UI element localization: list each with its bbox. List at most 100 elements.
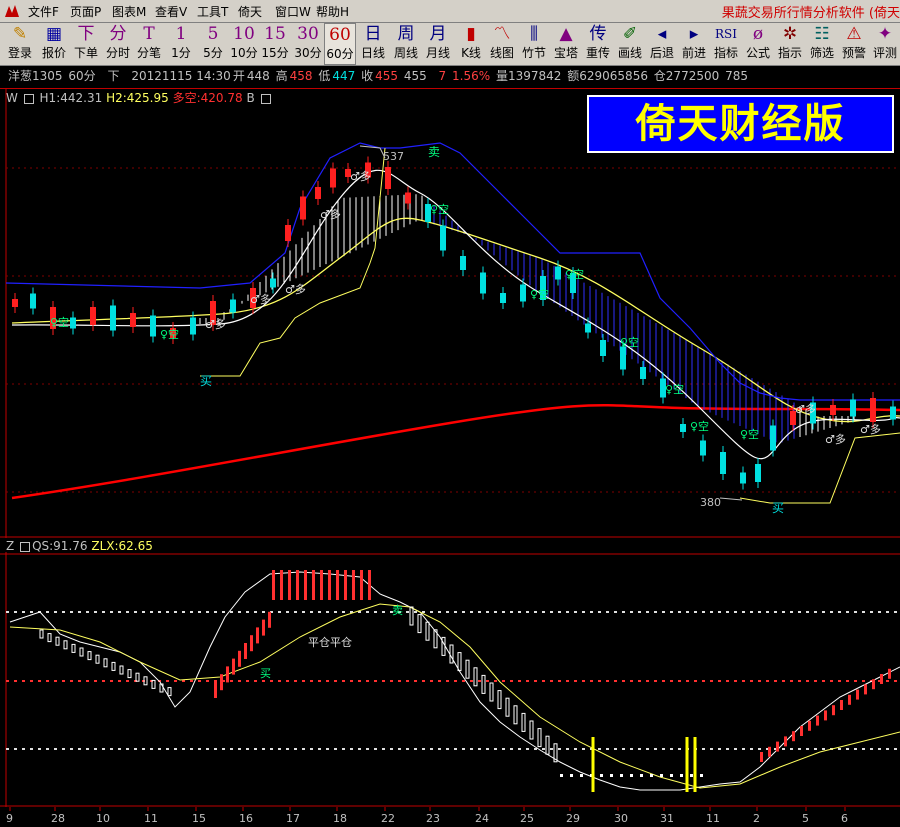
toolbar-btn-22[interactable]: RSI 指标	[710, 23, 742, 65]
toolbar-btn-6[interactable]: 5 5分	[197, 23, 229, 65]
toolbar-btn-14[interactable]: ▮ K线	[455, 23, 487, 65]
sub-bar-left-64	[63, 640, 68, 650]
toolbar-btn-24[interactable]: ✲ 指示	[774, 23, 806, 65]
toolbar-icon-14-icon: ▮	[466, 24, 476, 44]
sub-bar-top-320	[320, 570, 323, 600]
toolbar-btn-0[interactable]: ✎ 登录	[4, 23, 36, 65]
sub-bar-up-262	[262, 619, 265, 636]
sub-collapse-box-icon[interactable]	[20, 541, 31, 552]
toolbar-btn-8[interactable]: 15 15分	[259, 23, 291, 65]
buy-signal-label-2: 买	[772, 501, 784, 515]
toolbar-label-26: 预警	[841, 46, 866, 60]
toolbar-btn-19[interactable]: ✐ 画线	[614, 23, 646, 65]
toolbar-btn-3[interactable]: 分分时	[102, 23, 134, 65]
toolbar-btn-11[interactable]: 日日线	[357, 23, 389, 65]
sub-bar-up-268	[268, 611, 271, 628]
sub-bar-left-144	[143, 676, 148, 686]
sub-bar-right-848	[848, 694, 851, 705]
toolbar-btn-13[interactable]: 月月线	[422, 23, 454, 65]
toolbar-icon-15-icon: 〽	[493, 24, 511, 44]
toolbar-btn-10[interactable]: 60 60分	[324, 23, 356, 65]
toolbar-icon-7-icon: 10	[233, 24, 255, 44]
sub-indicator-chart[interactable]: 平仓平仓买 卖	[0, 552, 900, 807]
sub-bar-up-232	[232, 658, 235, 675]
toolbar-btn-16[interactable]: ⫼ 竹节	[518, 23, 550, 65]
kong-marker-7: ♀空	[690, 419, 709, 433]
toolbar-btn-1[interactable]: ▦ 报价	[38, 23, 70, 65]
menu-yitian[interactable]: 倚天	[238, 3, 262, 20]
candle-body-34	[640, 367, 646, 379]
toolbar-btn-25[interactable]: ☷ 筛选	[806, 23, 838, 65]
volume-value: 量1397842	[495, 69, 562, 83]
toolbar-btn-9[interactable]: 30 30分	[292, 23, 324, 65]
candle-body-44	[830, 405, 836, 415]
candle-body-24	[460, 256, 466, 270]
toolbar-btn-27[interactable]: ✦ 评测	[869, 23, 900, 65]
date-label-8: 22	[381, 812, 395, 825]
toolbar-label-16: 竹节	[521, 46, 546, 60]
sub-bar-up-238	[238, 650, 241, 667]
menu-file[interactable]: 文件F	[28, 3, 59, 20]
open-value: 448	[246, 69, 270, 83]
candle-body-25	[480, 272, 486, 294]
sub-bar-left-56	[55, 636, 60, 646]
toolbar-btn-15[interactable]: 〽线图	[486, 23, 518, 65]
sub-bar-top-368	[368, 570, 371, 600]
toolbar-icon-10-icon: 60	[329, 25, 351, 45]
candle-body-47	[890, 406, 896, 420]
toolbar-btn-26[interactable]: ⚠ 预警	[838, 23, 870, 65]
change-value: 7	[438, 69, 447, 83]
menu-chart[interactable]: 图表M	[112, 3, 146, 20]
toolbar-btn-17[interactable]: ▲ 宝塔	[550, 23, 582, 65]
toolbar-btn-12[interactable]: 周周线	[390, 23, 422, 65]
toolbar-label-7: 10分	[230, 46, 258, 60]
date-label-2: 10	[96, 812, 110, 825]
sub-bar-up-256	[256, 627, 259, 644]
toolbar-label-0: 登录	[7, 46, 32, 60]
sub-bar-down-458	[457, 652, 462, 672]
candle-body-21	[405, 192, 411, 204]
menu-tools[interactable]: 工具T	[197, 3, 228, 20]
toolbar-btn-23[interactable]: ø 公式	[742, 23, 774, 65]
sub-bar-right-784	[784, 736, 787, 747]
toolbar-btn-2[interactable]: 下下单	[70, 23, 102, 65]
toolbar-btn-20[interactable]: ◂ 后退	[646, 23, 678, 65]
sub-bar-up-226	[226, 666, 229, 683]
sub-bar-right-888	[888, 668, 891, 679]
blue-stop-line	[5, 142, 900, 401]
toolbar-label-13: 月线	[425, 46, 450, 60]
toolbar-label-21: 前进	[681, 46, 706, 60]
menu-window[interactable]: 窗口W	[275, 3, 311, 20]
sub-bar-right-808	[808, 720, 811, 731]
date-label-3: 11	[144, 812, 158, 825]
toolbar-btn-18[interactable]: 传重传	[582, 23, 614, 65]
candle-body-17	[330, 168, 336, 188]
toolbar-icon-4-icon: T	[143, 24, 155, 44]
toolbar-btn-5[interactable]: 1 1分	[165, 23, 197, 65]
menu-view[interactable]: 查看V	[155, 3, 187, 20]
direction-label: 下	[107, 69, 120, 83]
candle-body-4	[90, 307, 96, 325]
date-label-5: 16	[239, 812, 253, 825]
candle-body-40	[755, 464, 761, 482]
duo-marker-1: ♂多	[285, 282, 306, 296]
sub-prefix: Z	[6, 539, 15, 553]
sub-bar-right-776	[776, 741, 779, 752]
menu-page[interactable]: 页面P	[70, 3, 101, 20]
candle-body-37	[700, 440, 706, 456]
date-label-15: 11	[706, 812, 720, 825]
toolbar-icon-25-icon: ☷	[814, 24, 830, 44]
toolbar-icon-8-icon: 15	[264, 24, 286, 44]
toolbar-icon-23-icon: ø	[752, 24, 764, 44]
main-price-chart[interactable]: 537380卖买买♂多♂多♂多♂多♂多♂多♂多♂多♀空♀空♀空♀空♀空♀空♀空♀…	[0, 88, 900, 538]
sub-bar-left-48	[47, 633, 52, 643]
toolbar-btn-4[interactable]: T 分笔	[133, 23, 165, 65]
toolbar-icon-11-icon: 日	[364, 24, 382, 44]
candle-body-32	[600, 340, 606, 356]
sub-bar-dot-640	[640, 774, 643, 777]
sub-bar-top-352	[352, 570, 355, 600]
toolbar-btn-21[interactable]: ▸ 前进	[678, 23, 710, 65]
toolbar-label-1: 报价	[41, 46, 66, 60]
menu-help[interactable]: 帮助H	[316, 3, 349, 20]
toolbar-btn-7[interactable]: 10 10分	[228, 23, 260, 65]
